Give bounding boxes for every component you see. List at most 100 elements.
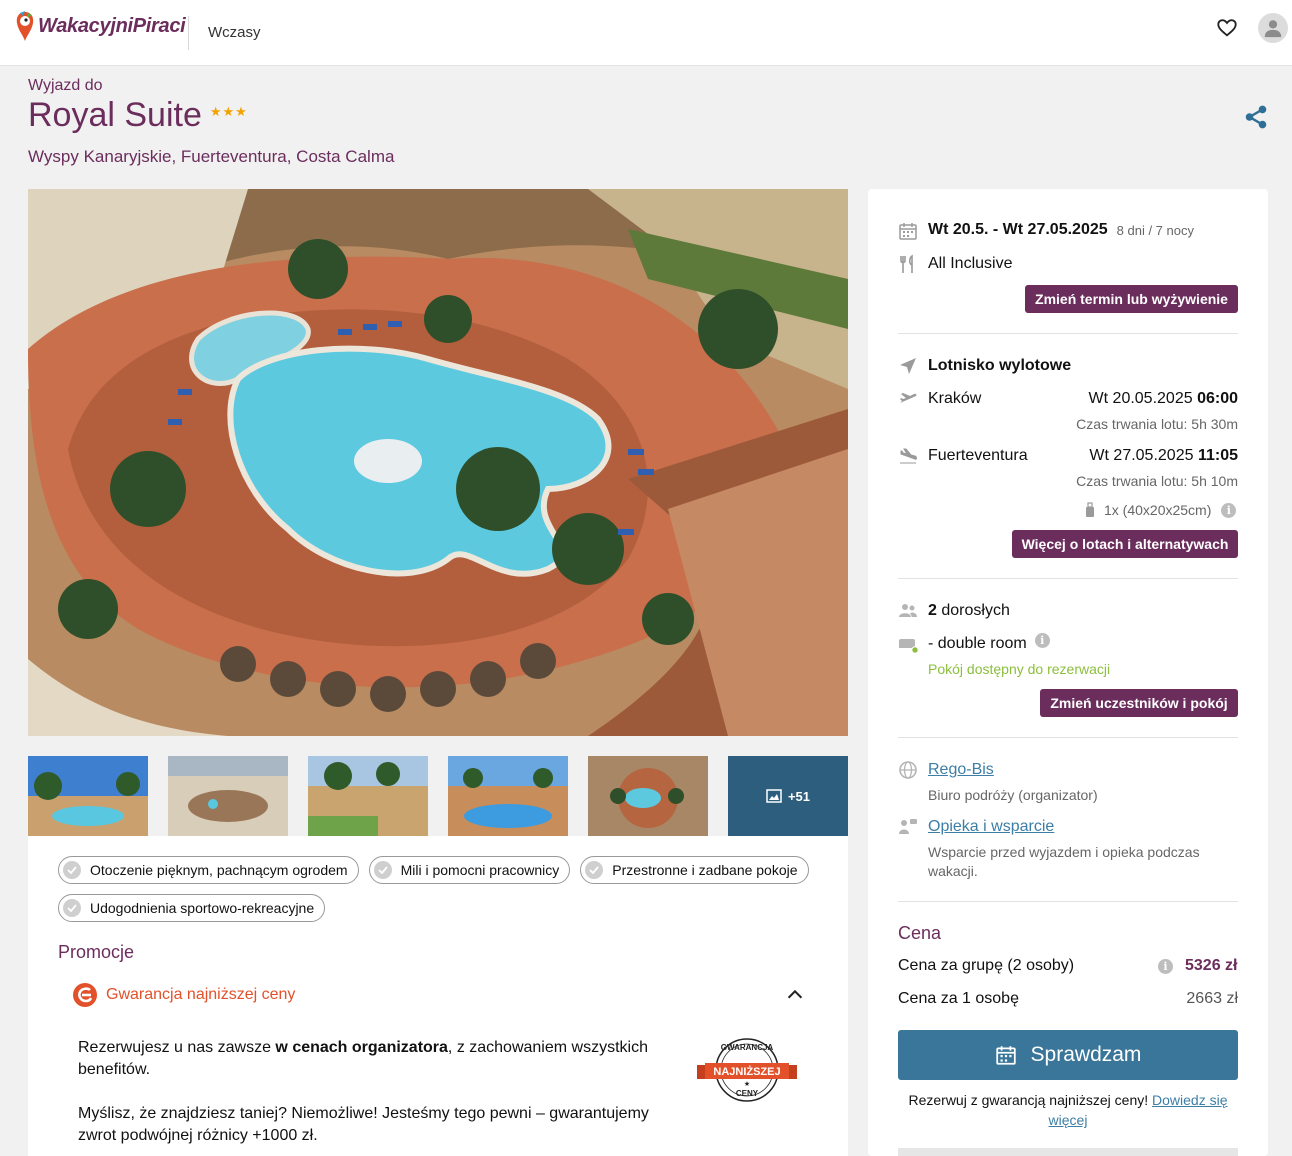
check-icon: [585, 861, 604, 879]
luggage-size: 1x (40x20x25cm): [1104, 502, 1212, 518]
participants: 2 dorosłych: [928, 602, 1010, 620]
pool-thumb-image: [28, 756, 148, 836]
pool-view-thumb-image: [448, 756, 568, 836]
departure-airport-title: Lotnisko wylotowe: [928, 357, 1072, 374]
more-flights-button[interactable]: Więcej o lotach i alternatywach: [1012, 530, 1238, 558]
outbound-datetime: Wt 20.05.2025 06:00: [1038, 390, 1238, 408]
outbound-time: 06:00: [1197, 390, 1238, 407]
more-photos-count: +51: [787, 788, 811, 804]
chevron-up-icon[interactable]: [784, 984, 806, 1006]
parrot-logo-icon: [16, 11, 34, 41]
return-date: Wt 27.05.2025: [1089, 447, 1194, 464]
paper-plane-icon: [900, 358, 916, 374]
thumbnail-image[interactable]: [168, 756, 288, 836]
guarantee-note-text: Rezerwuj z gwarancją najniższej ceny!: [908, 1092, 1153, 1108]
promo-lowest-price-toggle[interactable]: Gwarancja najniższej ceny: [72, 981, 812, 1009]
outbound-date: Wt 20.05.2025: [1088, 390, 1193, 407]
calendar-icon: [899, 223, 917, 240]
group-price: i 5326 zł: [1158, 957, 1237, 975]
highlight-tags: Otoczenie pięknym, pachnącym ogrodem Mil…: [58, 856, 838, 922]
promo-item-label: Gwarancja najniższej ceny: [106, 986, 296, 1003]
trip-label: Wyjazd do: [28, 77, 103, 94]
organizer-link[interactable]: Rego-Bis: [928, 761, 994, 779]
return-datetime: Wt 27.05.2025 11:05: [1038, 447, 1238, 465]
panel-next-section: [898, 1148, 1238, 1156]
calendar-icon: [995, 1046, 1016, 1065]
highlight-tag-label: Otoczenie pięknym, pachnącym ogrodem: [90, 862, 348, 878]
outbound-city: Kraków: [928, 390, 982, 407]
info-icon[interactable]: i: [1158, 958, 1173, 974]
trip-duration: 8 dni / 7 nocy: [1116, 222, 1194, 238]
badge-bottom-text: CENY: [736, 1089, 759, 1098]
trip-dates: Wt 20.5. - Wt 27.05.2025 8 dni / 7 nocy: [928, 221, 1194, 239]
return-city: Fuerteventura: [928, 447, 1028, 464]
panel-divider: [898, 333, 1238, 334]
person-price-label: Cena za 1 osobę: [898, 990, 1019, 1007]
organizer-description: Biuro podróży (organizator): [928, 787, 1098, 803]
change-participants-button[interactable]: Zmień uczestników i pokój: [1040, 689, 1238, 717]
user-avatar[interactable]: [1258, 13, 1288, 43]
panel-divider: [898, 578, 1238, 579]
return-flight-duration: Czas trwania lotu: 5h 10m: [1076, 473, 1238, 489]
promo-guarantee-text: Myślisz, że znajdziesz taniej? Niemożliw…: [78, 1105, 649, 1144]
plane-takeoff-icon: [900, 393, 917, 403]
price-heading: Cena: [898, 923, 942, 943]
promo-description: Rezerwujesz u nas zawsze w cenach organi…: [78, 1037, 658, 1081]
check-icon: [373, 861, 392, 879]
room-type: - double room i: [928, 632, 1050, 653]
badge-star: ★: [744, 1080, 750, 1088]
support-description: Wsparcie przed wyjazdem i opieka podczas…: [928, 844, 1200, 879]
thumbnail-image[interactable]: [28, 756, 148, 836]
logo[interactable]: WakacyjniPiraci: [14, 10, 186, 42]
promotions-heading: Promocje: [58, 942, 135, 962]
check-icon: [63, 899, 81, 917]
guarantee-note: Rezerwuj z gwarancją najniższej ceny! Do…: [898, 1090, 1238, 1130]
thumbnail-image[interactable]: [308, 756, 428, 836]
support-link[interactable]: Opieka i wsparcie: [928, 818, 1054, 836]
panel-divider: [898, 737, 1238, 738]
cutlery-icon: [900, 254, 913, 273]
thumbnail-strip: +51: [28, 756, 848, 836]
return-time: 11:05: [1197, 447, 1238, 464]
luggage-icon: [1086, 502, 1094, 517]
garden-thumb-image: [308, 756, 428, 836]
header-divider: [188, 16, 189, 50]
gallery-icon: [766, 789, 782, 803]
check-availability-button[interactable]: Sprawdzam: [898, 1030, 1238, 1080]
pool-aerial-image: [28, 189, 848, 736]
main-hotel-photo[interactable]: [28, 189, 848, 736]
hotel-name: Royal Suite: [28, 96, 202, 134]
plane-landing-icon: [900, 448, 917, 464]
room-name: - double room: [928, 635, 1027, 652]
info-icon[interactable]: i: [1221, 502, 1237, 518]
highlight-tag: Mili i pomocni pracownicy: [368, 856, 571, 884]
promo-text-strong: w cenach organizatora: [275, 1039, 448, 1056]
highlight-tag: Udogodnienia sportowo-rekreacyjne: [58, 894, 326, 922]
nav-item-wczasy[interactable]: Wczasy: [208, 24, 261, 41]
thumbnail-image[interactable]: [448, 756, 568, 836]
check-icon: [63, 861, 81, 879]
panel-divider: [898, 901, 1238, 902]
share-icon[interactable]: [1243, 104, 1269, 130]
change-term-button[interactable]: Zmień termin lub wyżywienie: [1025, 285, 1238, 313]
info-icon[interactable]: i: [1034, 632, 1050, 648]
highlight-tag-label: Udogodnienia sportowo-rekreacyjne: [90, 900, 315, 916]
hotel-location: Wyspy Kanaryjskie, Fuerteventura, Costa …: [28, 147, 395, 166]
adults-label: dorosłych: [941, 602, 1010, 619]
lowest-price-guarantee-badge: GWARANCJA NAJNIŻSZEJ ★ CENY: [697, 1038, 797, 1102]
lowest-price-icon: [73, 983, 97, 1007]
badge-top-text: GWARANCJA: [721, 1043, 774, 1052]
bed-icon: [899, 639, 918, 654]
people-icon: [899, 604, 917, 617]
badge-mid-text: NAJNIŻSZEJ: [713, 1065, 780, 1078]
page-title: Royal Suite ★★★: [28, 96, 248, 135]
group-price-label: Cena za grupę (2 osoby): [898, 957, 1075, 974]
globe-icon: [899, 761, 917, 779]
highlight-tag-label: Przestronne i zadbane pokoje: [612, 862, 798, 878]
board-type: All Inclusive: [928, 255, 1013, 272]
heart-icon[interactable]: [1216, 17, 1238, 39]
logo-text: WakacyjniPiraci: [38, 14, 186, 37]
thumbnail-image[interactable]: [588, 756, 708, 836]
site-header: WakacyjniPiraci Wczasy: [0, 0, 1292, 66]
more-photos-button[interactable]: +51: [728, 756, 848, 836]
